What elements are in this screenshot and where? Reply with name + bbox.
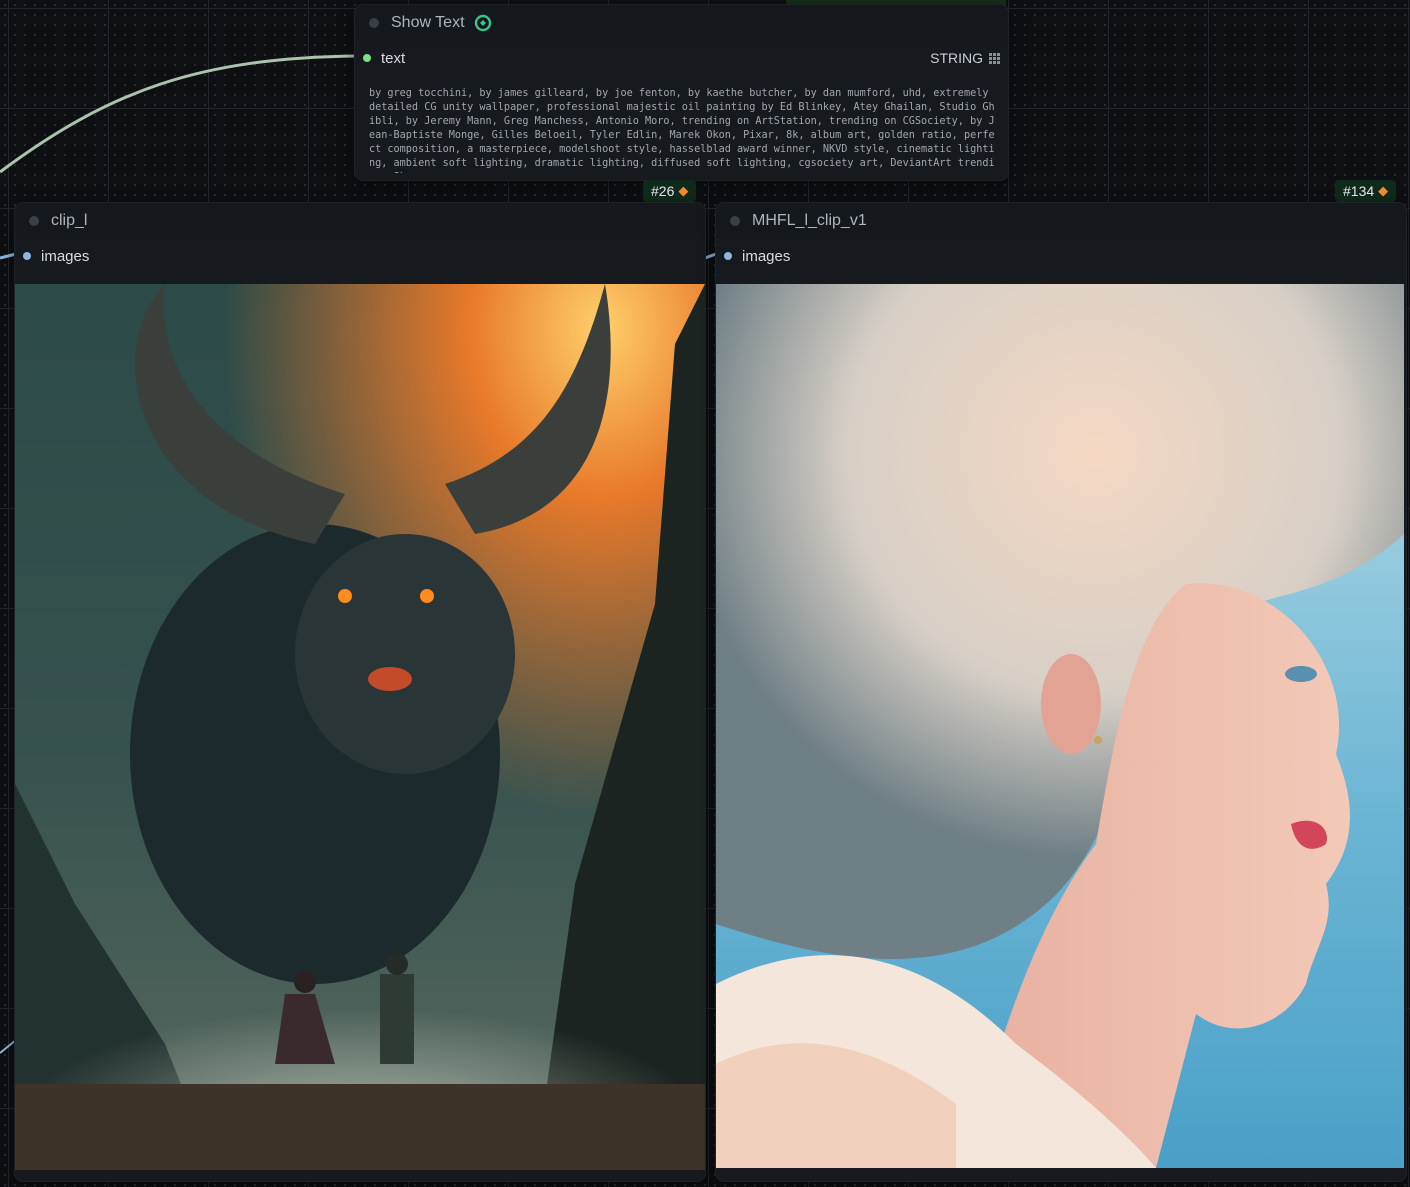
grid-icon xyxy=(989,52,1000,64)
collapse-dot[interactable] xyxy=(369,18,379,28)
images-wire-left xyxy=(0,252,17,260)
images-wire-right xyxy=(704,252,717,260)
node-title-bar[interactable]: clip_l xyxy=(15,203,705,239)
preview-image-node-mhfl[interactable]: MHFL_l_clip_v1 images xyxy=(716,203,1406,1181)
fox-icon: ◆ xyxy=(1378,183,1389,198)
node-title: clip_l xyxy=(51,212,88,229)
images-port-dot[interactable] xyxy=(724,252,732,260)
output-type-label: STRING xyxy=(930,50,983,66)
preview-image[interactable] xyxy=(15,284,705,1170)
badge-text: #134 xyxy=(1343,183,1375,199)
preview-image[interactable] xyxy=(716,284,1404,1168)
show-text-node[interactable]: Show Text text STRING by greg tocchini, … xyxy=(355,5,1008,180)
images-port-label: images xyxy=(742,247,791,265)
text-port-dot[interactable] xyxy=(363,54,371,62)
horned-beast-image xyxy=(15,284,705,1170)
node-id-badge-26: #26 ◆ xyxy=(643,180,697,202)
images-input-port[interactable]: images xyxy=(15,239,705,273)
node-id-badge-134: #134 ◆ xyxy=(1335,180,1397,202)
custom-node-icon xyxy=(474,14,491,32)
fox-icon: ◆ xyxy=(678,183,689,198)
text-port-label: text xyxy=(381,49,406,67)
node-title-bar[interactable]: Show Text xyxy=(355,5,1008,41)
collapse-dot[interactable] xyxy=(730,216,740,226)
images-wire-lower xyxy=(0,1039,17,1054)
woman-profile-image xyxy=(716,284,1404,1168)
preview-image-node-clip-l[interactable]: clip_l images xyxy=(15,203,705,1181)
node-title: Show Text xyxy=(391,14,465,31)
string-output-port[interactable]: STRING xyxy=(930,50,1000,66)
images-port-label: images xyxy=(41,247,90,265)
badge-text: #26 xyxy=(651,183,675,199)
node-title: MHFL_l_clip_v1 xyxy=(752,212,867,229)
text-wire xyxy=(0,54,357,174)
text-output-area[interactable]: by greg tocchini, by james gilleard, by … xyxy=(369,87,995,173)
port-row: text STRING xyxy=(355,41,1008,75)
collapse-dot[interactable] xyxy=(29,216,39,226)
node-title-bar[interactable]: MHFL_l_clip_v1 xyxy=(716,203,1406,239)
images-port-dot[interactable] xyxy=(23,252,31,260)
images-input-port[interactable]: images xyxy=(716,239,1406,273)
text-input-port[interactable]: text xyxy=(363,50,405,67)
